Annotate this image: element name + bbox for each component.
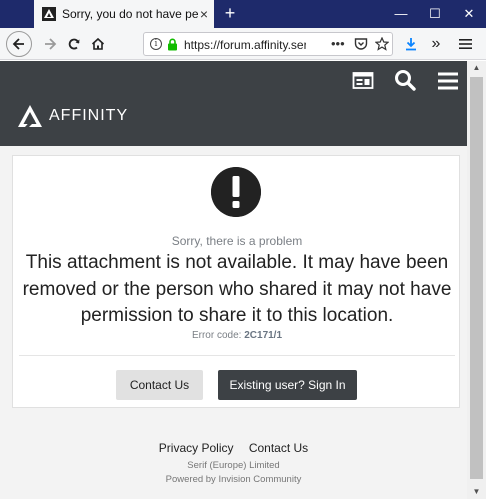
tab-title: Sorry, you do not have permission bbox=[62, 7, 198, 21]
tab-close-icon[interactable]: × bbox=[200, 6, 208, 22]
scroll-down-icon[interactable]: ▼ bbox=[467, 485, 486, 499]
error-message: This attachment is not available. It may… bbox=[22, 252, 452, 326]
scroll-thumb[interactable] bbox=[470, 77, 483, 479]
scroll-up-icon[interactable]: ▲ bbox=[467, 61, 486, 75]
logo-text: AFFINITY bbox=[49, 107, 129, 124]
tab-bar: Sorry, you do not have permission × + — … bbox=[0, 0, 486, 28]
error-code-label: Error code: bbox=[191, 330, 242, 341]
maximize-button[interactable]: ☐ bbox=[418, 0, 452, 28]
error-code: 2C171/1 bbox=[244, 330, 283, 341]
site-header: AFFINITY bbox=[0, 61, 467, 146]
browser-tab[interactable]: Sorry, you do not have permission × bbox=[34, 0, 214, 28]
footer-links: Privacy Policy Contact Us bbox=[0, 441, 467, 455]
sign-in-button[interactable]: Existing user? Sign In bbox=[218, 370, 357, 400]
error-card: Sorry, there is a problem This attachmen… bbox=[12, 155, 460, 408]
site-info-icon[interactable]: i bbox=[150, 38, 162, 50]
lock-icon bbox=[168, 38, 177, 51]
bookmark-star-icon[interactable] bbox=[375, 37, 389, 51]
back-arrow-icon bbox=[12, 38, 24, 50]
reload-icon bbox=[68, 38, 80, 50]
error-subtitle: Sorry, there is a problem bbox=[171, 234, 303, 248]
navigation-bar: i https://forum.affinity.serif.com ••• » bbox=[0, 28, 486, 60]
page-content: Sorry, there is a problem This attachmen… bbox=[0, 146, 467, 499]
overflow-menu-icon[interactable]: » bbox=[424, 32, 448, 56]
affinity-logo-icon bbox=[18, 105, 42, 127]
affinity-logo[interactable]: AFFINITY bbox=[17, 104, 128, 128]
hamburger-menu-icon[interactable] bbox=[459, 38, 472, 50]
download-icon[interactable] bbox=[404, 37, 418, 51]
divider bbox=[19, 355, 455, 356]
reload-button[interactable] bbox=[62, 32, 86, 56]
home-icon bbox=[91, 37, 105, 50]
home-button[interactable] bbox=[86, 32, 110, 56]
forward-arrow-icon bbox=[45, 38, 57, 50]
contact-us-button[interactable]: Contact Us bbox=[116, 370, 203, 400]
footer-contact-link[interactable]: Contact Us bbox=[249, 441, 308, 455]
minimize-button[interactable]: — bbox=[384, 0, 418, 28]
close-window-button[interactable]: ✕ bbox=[452, 0, 486, 28]
site-menu-icon[interactable] bbox=[437, 70, 459, 92]
footer-company: Serif (Europe) Limited bbox=[187, 460, 280, 471]
affinity-favicon-icon bbox=[42, 7, 56, 21]
pocket-icon[interactable] bbox=[354, 37, 368, 51]
vertical-scrollbar[interactable]: ▲ ▼ bbox=[467, 61, 486, 499]
privacy-policy-link[interactable]: Privacy Policy bbox=[159, 441, 234, 455]
error-code-line: Error code: 2C171/1 bbox=[13, 330, 461, 341]
new-tab-button[interactable]: + bbox=[220, 3, 240, 23]
url-text: https://forum.affinity.serif.com bbox=[184, 38, 306, 52]
forward-button[interactable] bbox=[38, 32, 62, 56]
footer-powered-by[interactable]: Powered by Invision Community bbox=[0, 474, 467, 485]
activity-stream-icon[interactable] bbox=[352, 70, 374, 92]
search-icon[interactable] bbox=[394, 69, 416, 91]
back-button[interactable] bbox=[6, 31, 32, 57]
exclamation-icon bbox=[211, 167, 261, 217]
page-actions-icon[interactable]: ••• bbox=[331, 36, 345, 51]
browser-window: Sorry, you do not have permission × + — … bbox=[0, 0, 486, 499]
url-bar[interactable]: i https://forum.affinity.serif.com ••• bbox=[143, 32, 393, 56]
